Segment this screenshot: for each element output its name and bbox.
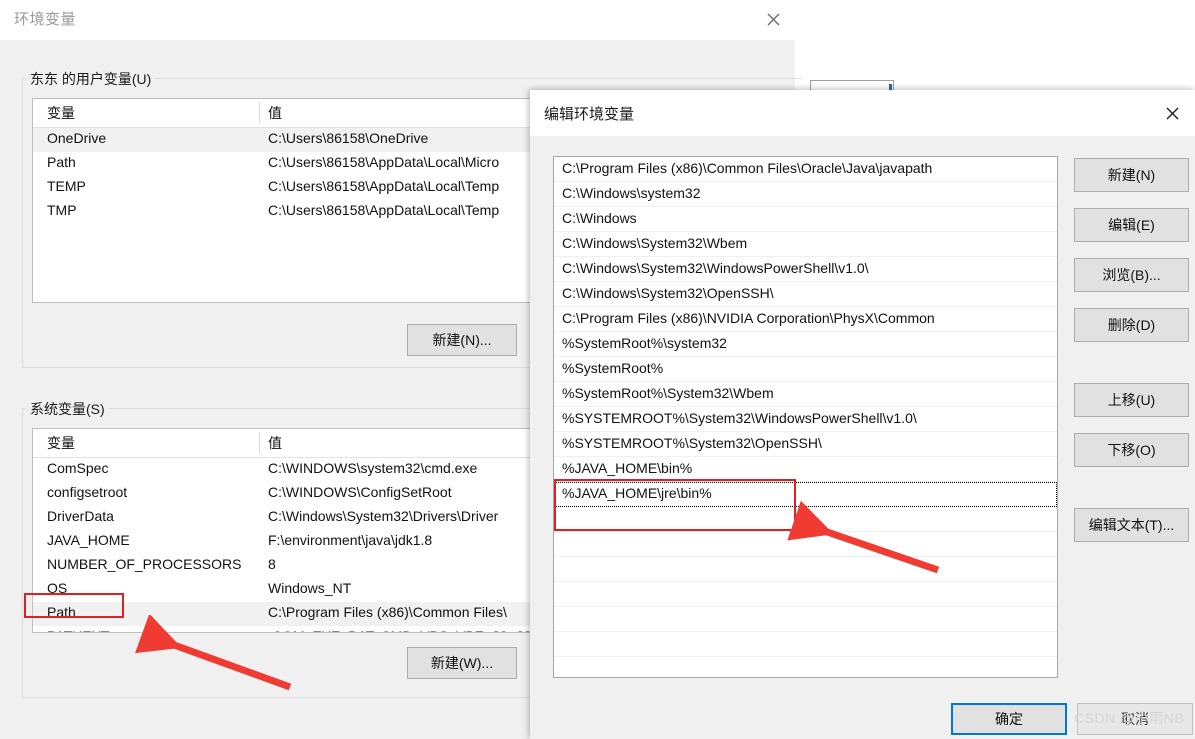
list-item[interactable]: C:\Windows	[554, 207, 1057, 232]
list-item[interactable]: %SystemRoot%	[554, 357, 1057, 382]
ok-button[interactable]: 确定	[951, 703, 1067, 735]
list-item[interactable]: %JAVA_HOME\bin%	[554, 457, 1057, 482]
system-new-button[interactable]: 新建(W)...	[407, 647, 517, 679]
list-item[interactable]: C:\Windows\system32	[554, 182, 1057, 207]
list-item-empty[interactable]	[554, 657, 1057, 677]
path-entry-text: %SystemRoot%\System32\Wbem	[562, 385, 774, 401]
env-window-titlebar: 环境变量	[0, 0, 795, 40]
close-icon[interactable]	[752, 4, 794, 34]
column-header-variable: 变量	[47, 435, 75, 451]
list-item[interactable]: %SYSTEMROOT%\System32\OpenSSH\	[554, 432, 1057, 457]
delete-button[interactable]: 删除(D)	[1074, 308, 1189, 342]
variable-value: F:\environment\java\jdk1.8	[268, 532, 433, 548]
edit-dialog-title: 编辑环境变量	[544, 106, 635, 123]
move-up-button[interactable]: 上移(U)	[1074, 383, 1189, 417]
path-entry-text: C:\Windows\System32\Wbem	[562, 235, 748, 251]
variable-name: Path	[47, 604, 76, 620]
list-item-empty[interactable]	[554, 557, 1057, 582]
path-entry-text: %JAVA_HOME\jre\bin%	[562, 485, 712, 501]
variable-value: C:\Windows\System32\Drivers\Driver	[268, 508, 499, 524]
user-new-button[interactable]: 新建(N)...	[407, 324, 517, 356]
variable-name: OS	[47, 580, 68, 596]
list-item-empty[interactable]	[554, 582, 1057, 607]
list-item[interactable]: C:\Windows\System32\WindowsPowerShell\v1…	[554, 257, 1057, 282]
path-entry-text: %SYSTEMROOT%\System32\OpenSSH\	[562, 435, 822, 451]
column-header-variable: 变量	[47, 105, 75, 121]
screenshot-root: 环境变量 东东 的用户变量(U) 变量 值 OneDrive C:\Users\…	[0, 0, 1195, 739]
list-item[interactable]: C:\Program Files (x86)\NVIDIA Corporatio…	[554, 307, 1057, 332]
edit-text-button[interactable]: 编辑文本(T)...	[1074, 508, 1189, 542]
variable-value: C:\Users\86158\AppData\Local\Micro	[268, 154, 500, 170]
path-entry-text: C:\Windows\System32\WindowsPowerShell\v1…	[562, 260, 869, 276]
edit-dialog-titlebar: 编辑环境变量	[530, 90, 1195, 136]
variable-name: JAVA_HOME	[47, 532, 130, 548]
move-down-button[interactable]: 下移(O)	[1074, 433, 1189, 467]
variable-value: C:\WINDOWS\ConfigSetRoot	[268, 484, 452, 500]
browse-button[interactable]: 浏览(B)...	[1074, 258, 1189, 292]
list-item[interactable]: %SYSTEMROOT%\System32\WindowsPowerShell\…	[554, 407, 1057, 432]
new-button[interactable]: 新建(N)	[1074, 158, 1189, 192]
edit-environment-variable-dialog: 编辑环境变量 C:\Program Files (x86)\Common Fil…	[530, 90, 1195, 739]
list-item[interactable]: %SystemRoot%\system32	[554, 332, 1057, 357]
variable-value: C:\WINDOWS\system32\cmd.exe	[268, 460, 478, 476]
list-item-empty[interactable]	[554, 532, 1057, 557]
variable-value: C:\Users\86158\AppData\Local\Temp	[268, 178, 500, 194]
path-entry-text: C:\Program Files (x86)\NVIDIA Corporatio…	[562, 310, 935, 326]
variable-value: 8	[268, 556, 276, 572]
variable-name: configsetroot	[47, 484, 128, 500]
path-entry-text: %SYSTEMROOT%\System32\WindowsPowerShell\…	[562, 410, 917, 426]
variable-value: C:\Users\86158\AppData\Local\Temp	[268, 202, 500, 218]
path-entry-text: C:\Windows	[562, 210, 637, 226]
list-item-empty[interactable]	[554, 607, 1057, 632]
list-item[interactable]: C:\Windows\System32\Wbem	[554, 232, 1057, 257]
user-variables-group-label: 东东 的用户变量(U)	[26, 69, 156, 89]
variable-value: C:\Program Files (x86)\Common Files\	[268, 604, 507, 620]
path-entry-text: C:\Windows\system32	[562, 185, 701, 201]
path-entry-text: C:\Windows\System32\OpenSSH\	[562, 285, 774, 301]
env-window-title: 环境变量	[14, 11, 77, 28]
path-entry-text: %SystemRoot%	[562, 360, 664, 376]
variable-name: Path	[47, 154, 76, 170]
variable-value: C:\Users\86158\OneDrive	[268, 130, 429, 146]
variable-name: ComSpec	[47, 460, 109, 476]
path-entry-text: %JAVA_HOME\bin%	[562, 460, 693, 476]
list-item-empty[interactable]	[554, 507, 1057, 532]
system-variables-group-label: 系统变量(S)	[26, 399, 109, 419]
variable-name: TMP	[47, 202, 77, 218]
column-header-value: 值	[268, 435, 282, 451]
column-divider	[259, 102, 260, 124]
column-header-value: 值	[268, 105, 282, 121]
variable-name: NUMBER_OF_PROCESSORS	[47, 556, 242, 572]
variable-value: .COM;.EXE;.BAT;.CMD;.VBS;.VBE;.JS;.JS	[268, 628, 532, 632]
cancel-button[interactable]: 取消	[1077, 703, 1193, 735]
edit-button[interactable]: 编辑(E)	[1074, 208, 1189, 242]
list-item[interactable]: %JAVA_HOME\jre\bin%	[554, 482, 1057, 507]
variable-value: Windows_NT	[268, 580, 352, 596]
close-icon[interactable]	[1150, 97, 1194, 129]
path-entry-text: C:\Program Files (x86)\Common Files\Orac…	[562, 160, 933, 176]
list-item[interactable]: C:\Program Files (x86)\Common Files\Orac…	[554, 157, 1057, 182]
variable-name: PATHEXT	[47, 628, 110, 632]
list-item[interactable]: C:\Windows\System32\OpenSSH\	[554, 282, 1057, 307]
path-entries-list[interactable]: C:\Program Files (x86)\Common Files\Orac…	[553, 156, 1058, 678]
path-entry-text: %SystemRoot%\system32	[562, 335, 727, 351]
variable-name: DriverData	[47, 508, 114, 524]
variable-name: OneDrive	[47, 130, 107, 146]
list-item[interactable]: %SystemRoot%\System32\Wbem	[554, 382, 1057, 407]
list-item-empty[interactable]	[554, 632, 1057, 657]
column-divider	[259, 432, 260, 454]
variable-name: TEMP	[47, 178, 86, 194]
